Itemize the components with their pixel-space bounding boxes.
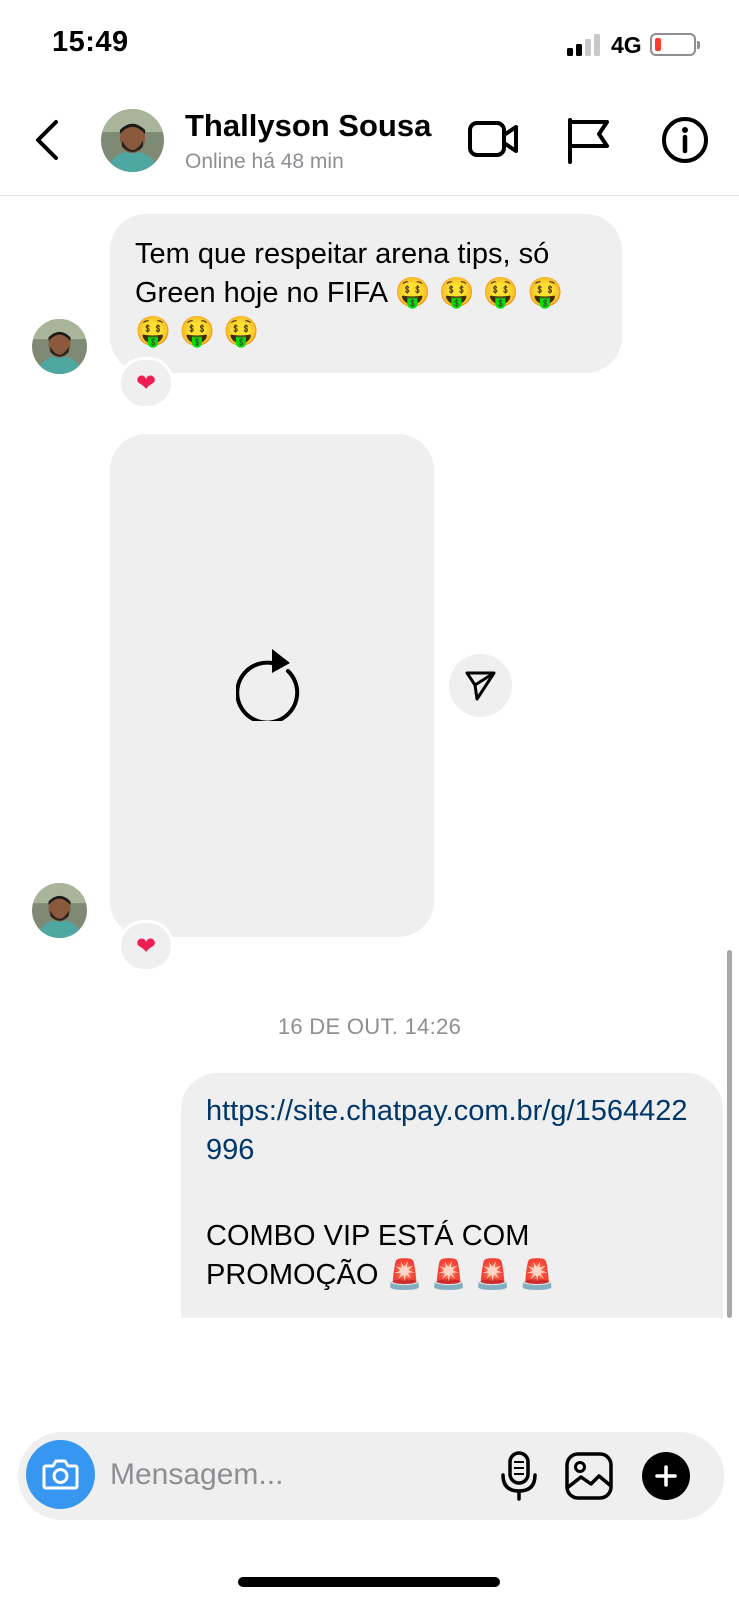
- more-options-button[interactable]: [642, 1452, 690, 1500]
- info-icon: [662, 117, 708, 163]
- back-arrow-icon: [36, 120, 58, 160]
- gallery-icon: [565, 1452, 613, 1500]
- scrollbar[interactable]: [727, 950, 732, 1318]
- message-text: COMBO VIP ESTÁ COM PROMOÇÃO 🚨 🚨 🚨 🚨: [206, 1220, 556, 1291]
- share-icon: [465, 671, 496, 701]
- avatar-image: [32, 319, 87, 374]
- network-type: 4G: [611, 32, 642, 58]
- cellular-signal-icon: [567, 34, 603, 56]
- info-button[interactable]: [659, 114, 711, 166]
- contact-avatar[interactable]: [101, 109, 164, 172]
- sender-avatar[interactable]: [32, 319, 87, 374]
- camera-icon: [42, 1459, 79, 1490]
- voice-message-button[interactable]: [493, 1450, 545, 1502]
- heart-reaction[interactable]: ❤: [118, 357, 174, 409]
- home-indicator[interactable]: [238, 1577, 500, 1587]
- status-time: 15:49: [52, 26, 129, 58]
- report-flag-button[interactable]: [563, 114, 615, 166]
- sender-avatar[interactable]: [32, 883, 87, 938]
- battery-icon: [650, 33, 700, 56]
- chat-header: Thallyson Sousa Online há 48 min: [0, 90, 739, 196]
- plus-icon: [655, 1465, 677, 1487]
- message-link[interactable]: https://site.chatpay.com.br/g/1564422996: [206, 1092, 703, 1170]
- gallery-button[interactable]: [563, 1450, 615, 1502]
- microphone-icon: [501, 1451, 537, 1501]
- reload-icon: [236, 649, 300, 721]
- contact-status: Online há 48 min: [185, 150, 344, 173]
- share-button[interactable]: [449, 654, 512, 717]
- back-button[interactable]: [26, 114, 70, 166]
- video-message-card[interactable]: [110, 434, 434, 937]
- heart-icon: ❤: [135, 932, 157, 960]
- battery-level: [655, 38, 661, 51]
- incoming-message-bubble[interactable]: Tem que respeitar arena tips, só Green h…: [110, 214, 622, 373]
- contact-name[interactable]: Thallyson Sousa: [185, 108, 431, 144]
- avatar-image: [32, 883, 87, 938]
- status-bar: 15:49 4G: [0, 0, 739, 90]
- avatar-image: [101, 109, 164, 172]
- video-call-icon: [468, 121, 518, 157]
- message-timestamp: 16 DE OUT. 14:26: [277, 1014, 462, 1039]
- outgoing-message-bubble[interactable]: https://site.chatpay.com.br/g/1564422996…: [181, 1073, 723, 1318]
- video-call-button[interactable]: [468, 114, 520, 166]
- flag-icon: [568, 118, 609, 164]
- message-text: Tem que respeitar arena tips, só Green h…: [135, 238, 564, 348]
- message-composer: [18, 1432, 724, 1520]
- message-input[interactable]: [110, 1452, 480, 1498]
- heart-reaction[interactable]: ❤: [118, 920, 174, 972]
- heart-icon: ❤: [135, 369, 157, 397]
- camera-button[interactable]: [26, 1440, 95, 1509]
